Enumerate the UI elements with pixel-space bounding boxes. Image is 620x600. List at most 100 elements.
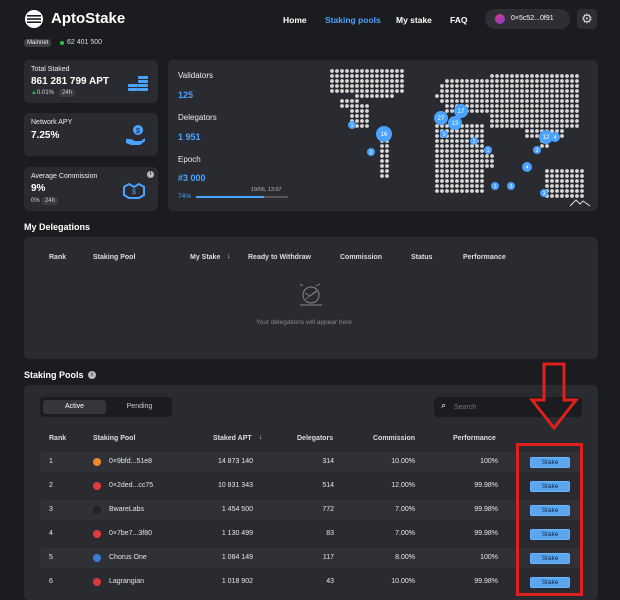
map-dot bbox=[455, 144, 459, 148]
map-dot bbox=[445, 169, 449, 173]
pool-name-link[interactable]: 0×9bfd...51e8 bbox=[109, 458, 152, 465]
map-dot bbox=[450, 134, 454, 138]
table-row[interactable]: 6 Lagrangian 1 018 902 43 10.00% 99.98% Stake bbox=[40, 572, 582, 592]
settings-button[interactable]: ⚙ bbox=[577, 9, 597, 29]
map-dot bbox=[570, 104, 574, 108]
map-dot bbox=[510, 114, 514, 118]
map-dot bbox=[560, 94, 564, 98]
map-dot bbox=[450, 149, 454, 153]
map-dot bbox=[550, 84, 554, 88]
info-icon[interactable]: i bbox=[88, 371, 96, 379]
map-dot bbox=[380, 79, 384, 83]
map-dot bbox=[555, 99, 559, 103]
sort-arrow-icon[interactable]: ↓ bbox=[227, 253, 231, 260]
map-dot bbox=[545, 109, 549, 113]
map-marker-count: 1 bbox=[473, 139, 476, 145]
row-rank: 2 bbox=[49, 482, 53, 489]
map-dot bbox=[530, 129, 534, 133]
pool-name-link[interactable]: 0×2ded...cc75 bbox=[109, 482, 153, 489]
map-dot bbox=[450, 79, 454, 83]
map-dot bbox=[380, 154, 384, 158]
map-dot bbox=[345, 99, 349, 103]
map-dot bbox=[505, 74, 509, 78]
table-row[interactable]: 4 0×7be7...3f80 1 130 499 83 7.00% 99.98% Stak… bbox=[40, 524, 582, 544]
map-marker-count: 3 bbox=[510, 184, 513, 190]
map-dot bbox=[485, 159, 489, 163]
map-dot bbox=[465, 169, 469, 173]
map-dot bbox=[575, 94, 579, 98]
map-dot bbox=[350, 89, 354, 93]
map-dot bbox=[335, 74, 339, 78]
map-dot bbox=[535, 104, 539, 108]
map-dot bbox=[460, 184, 464, 188]
pool-name-link[interactable]: 0×7be7...3f80 bbox=[109, 530, 152, 537]
map-dot bbox=[475, 179, 479, 183]
map-dot bbox=[490, 114, 494, 118]
network-apy-card: Network APY 7.25% $ bbox=[24, 113, 158, 156]
map-dot bbox=[540, 119, 544, 123]
nav-staking-pools[interactable]: Staking pools bbox=[325, 15, 381, 25]
table-row[interactable]: 1 0×9bfd...51e8 14 873 140 314 10.00% 100% Sta… bbox=[40, 452, 582, 472]
map-dot bbox=[500, 124, 504, 128]
map-dot bbox=[480, 149, 484, 153]
map-dot bbox=[490, 109, 494, 113]
map-dot bbox=[565, 84, 569, 88]
map-dot bbox=[480, 79, 484, 83]
map-dot bbox=[495, 114, 499, 118]
map-dot bbox=[365, 119, 369, 123]
table-row[interactable]: 5 Chorus One 1 084 149 117 8.00% 100% Stake bbox=[40, 548, 582, 568]
col-staked-apt[interactable]: Staked APT bbox=[213, 435, 252, 442]
map-dot bbox=[355, 94, 359, 98]
table-row[interactable]: 2 0×2ded...cc75 10 831 343 514 12.00% 99.98% S… bbox=[40, 476, 582, 496]
avg-commission-label: Average Commission bbox=[31, 173, 98, 180]
col-commission: Commission bbox=[373, 435, 416, 442]
nav-faq[interactable]: FAQ bbox=[450, 15, 467, 25]
map-dot bbox=[435, 144, 439, 148]
map-dot bbox=[575, 109, 579, 113]
map-dot bbox=[465, 89, 469, 93]
table-row[interactable]: 3 BwareLabs 1 454 500 772 7.00% 99.98% Stake bbox=[40, 500, 582, 520]
map-dot bbox=[475, 149, 479, 153]
map-dot bbox=[445, 89, 449, 93]
pool-name-link[interactable]: Chorus One bbox=[109, 554, 147, 561]
pool-name-link[interactable]: BwareLabs bbox=[109, 506, 144, 513]
tab-active[interactable]: Active bbox=[43, 400, 106, 414]
tab-pending[interactable]: Pending bbox=[108, 400, 171, 414]
map-dot bbox=[355, 84, 359, 88]
map-dot bbox=[580, 184, 584, 188]
map-dot bbox=[505, 109, 509, 113]
map-dot bbox=[535, 129, 539, 133]
col-my-stake[interactable]: My Stake bbox=[190, 254, 220, 261]
map-dot bbox=[475, 99, 479, 103]
red-highlight-box bbox=[516, 443, 583, 596]
map-dot bbox=[530, 94, 534, 98]
map-marker-count: 13 bbox=[452, 121, 459, 127]
map-dot bbox=[470, 189, 474, 193]
nav-home[interactable]: Home bbox=[283, 15, 307, 25]
map-dot bbox=[480, 144, 484, 148]
map-dot bbox=[520, 89, 524, 93]
map-dot bbox=[460, 159, 464, 163]
map-dot bbox=[480, 159, 484, 163]
row-delegators: 314 bbox=[322, 458, 334, 465]
map-dot bbox=[565, 79, 569, 83]
validators-value: 125 bbox=[178, 90, 194, 100]
map-dot bbox=[440, 139, 444, 143]
map-dot bbox=[480, 129, 484, 133]
wallet-button[interactable]: 0×5c52...0f91 bbox=[485, 9, 570, 29]
map-dot bbox=[560, 114, 564, 118]
map-dot bbox=[475, 134, 479, 138]
app-logo[interactable]: AptoStake bbox=[24, 8, 144, 30]
map-dot bbox=[445, 179, 449, 183]
map-dot bbox=[350, 104, 354, 108]
nav-my-stake[interactable]: My stake bbox=[396, 15, 432, 25]
map-dot bbox=[565, 104, 569, 108]
row-staked-apt: 14 873 140 bbox=[217, 458, 253, 465]
info-icon[interactable]: i bbox=[147, 171, 154, 178]
map-dot bbox=[400, 89, 404, 93]
sort-arrow-icon[interactable]: ↓ bbox=[259, 434, 263, 441]
map-marker-count: 16 bbox=[381, 132, 388, 138]
pool-name-link[interactable]: Lagrangian bbox=[109, 578, 144, 585]
row-delegators: 514 bbox=[322, 482, 334, 489]
svg-text:$: $ bbox=[132, 189, 136, 196]
